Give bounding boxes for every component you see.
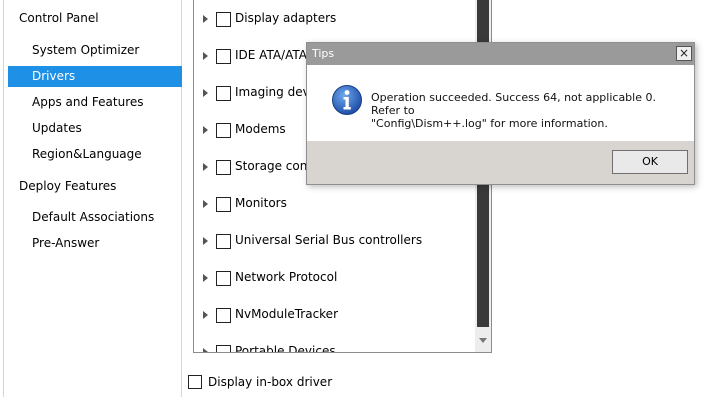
tree-item[interactable]: Universal Serial Bus controllers bbox=[194, 231, 464, 253]
tree-item-label: Network Protocol bbox=[235, 270, 338, 284]
dialog-footer: OK bbox=[307, 141, 694, 184]
sidebar-item-region-language[interactable]: Region&Language bbox=[8, 144, 182, 165]
tips-dialog: Tips × Operation succeeded. Success 64, … bbox=[306, 42, 695, 185]
sidebar-item-system-optimizer[interactable]: System Optimizer bbox=[8, 40, 182, 61]
driver-checkbox[interactable] bbox=[216, 49, 231, 64]
sidebar-item-apps-and-features[interactable]: Apps and Features bbox=[8, 92, 182, 113]
tree-item-label: Portable Devices bbox=[235, 344, 336, 353]
driver-checkbox[interactable] bbox=[216, 160, 231, 175]
sidebar-item-pre-answer[interactable]: Pre-Answer bbox=[8, 233, 182, 254]
sidebar: Control Panel System Optimizer Drivers A… bbox=[3, 0, 182, 397]
expand-arrow-icon[interactable] bbox=[203, 89, 208, 97]
expand-arrow-icon[interactable] bbox=[203, 52, 208, 60]
expand-arrow-icon[interactable] bbox=[203, 274, 208, 282]
driver-checkbox[interactable] bbox=[216, 234, 231, 249]
inbox-driver-checkbox[interactable] bbox=[188, 375, 202, 389]
driver-checkbox[interactable] bbox=[216, 197, 231, 212]
nav-group-control-panel: Control Panel bbox=[19, 11, 99, 25]
tree-item-label: Universal Serial Bus controllers bbox=[235, 233, 423, 247]
tree-item-label: NvModuleTracker bbox=[235, 307, 339, 321]
driver-checkbox[interactable] bbox=[216, 86, 231, 101]
tree-item[interactable]: Portable Devices bbox=[194, 342, 464, 353]
driver-checkbox[interactable] bbox=[216, 271, 231, 286]
tree-item-label: Monitors bbox=[235, 196, 287, 210]
info-icon bbox=[332, 85, 362, 115]
driver-checkbox[interactable] bbox=[216, 308, 231, 323]
inbox-driver-label: Display in-box driver bbox=[208, 375, 333, 389]
expand-arrow-icon[interactable] bbox=[203, 311, 208, 319]
sidebar-item-drivers[interactable]: Drivers bbox=[8, 66, 182, 87]
sidebar-item-updates[interactable]: Updates bbox=[8, 118, 182, 139]
tree-item-label: Modems bbox=[235, 122, 286, 136]
close-button[interactable]: × bbox=[676, 46, 692, 61]
driver-checkbox[interactable] bbox=[216, 123, 231, 138]
dialog-message: Operation succeeded. Success 64, not app… bbox=[371, 91, 681, 130]
tree-item-label: Display adapters bbox=[235, 11, 337, 25]
driver-checkbox[interactable] bbox=[216, 345, 231, 352]
dialog-message-line: "Config\Dism++.log" for more information… bbox=[371, 117, 608, 130]
expand-arrow-icon[interactable] bbox=[203, 237, 208, 245]
expand-arrow-icon[interactable] bbox=[203, 348, 208, 352]
sidebar-item-default-associations[interactable]: Default Associations bbox=[8, 207, 182, 228]
tree-item[interactable]: Network Protocol bbox=[194, 268, 464, 290]
ok-button[interactable]: OK bbox=[612, 150, 688, 174]
expand-arrow-icon[interactable] bbox=[203, 200, 208, 208]
dialog-message-line: Operation succeeded. Success 64, not app… bbox=[371, 91, 656, 117]
tree-item[interactable]: Display adapters bbox=[194, 9, 464, 31]
dialog-title: Tips bbox=[312, 47, 335, 60]
scroll-down-arrow-icon[interactable] bbox=[479, 338, 487, 343]
tree-item[interactable]: Monitors bbox=[194, 194, 464, 216]
dialog-title-bar[interactable]: Tips × bbox=[307, 43, 694, 65]
expand-arrow-icon[interactable] bbox=[203, 15, 208, 23]
nav-group-deploy-features: Deploy Features bbox=[19, 179, 117, 193]
tree-item[interactable]: NvModuleTracker bbox=[194, 305, 464, 327]
driver-checkbox[interactable] bbox=[216, 12, 231, 27]
expand-arrow-icon[interactable] bbox=[203, 126, 208, 134]
expand-arrow-icon[interactable] bbox=[203, 163, 208, 171]
